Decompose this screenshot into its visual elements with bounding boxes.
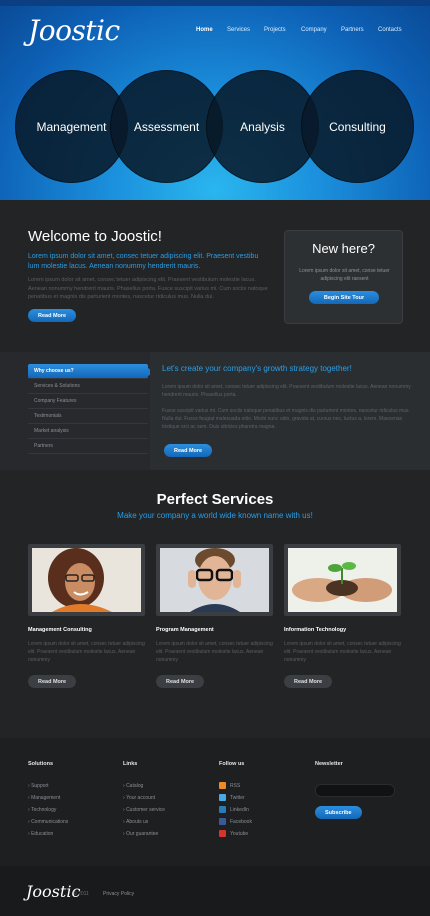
footer-linkedin-link[interactable]: LinkedIn — [219, 806, 249, 813]
service-read-more-button-3[interactable]: Read More — [284, 675, 333, 688]
footer-facebook-link[interactable]: Facebook — [219, 818, 252, 825]
new-here-title: New here? — [312, 241, 375, 256]
newsletter-email-input[interactable] — [315, 784, 395, 797]
copyright: © 2011 — [73, 891, 89, 897]
service-title-3: Information Technology — [284, 627, 347, 633]
service-title-1: Management Consulting — [28, 627, 92, 633]
linkedin-icon — [219, 806, 226, 813]
circle-consulting[interactable]: Consulting — [301, 70, 414, 183]
why-tabs: Why choose us? Services & Solutions Comp… — [28, 364, 154, 454]
footer-links-item[interactable]: › Abouts us — [123, 819, 148, 825]
header: Joostic Home Services Projects Company P… — [0, 0, 430, 200]
nav-company[interactable]: Company — [301, 27, 327, 33]
footer-links-item[interactable]: › Customer service — [123, 807, 165, 813]
service-text-3: Lorem ipsum dolor sit amet, consec tetue… — [284, 641, 401, 663]
nav-home[interactable]: Home — [196, 27, 213, 33]
footer-solutions-item[interactable]: › Education — [28, 831, 53, 837]
footer-solutions-title: Solutions — [28, 761, 54, 767]
welcome-text: Lorem ipsum dolor sit amet, consec tetue… — [28, 277, 268, 300]
nav-services[interactable]: Services — [227, 27, 250, 33]
facebook-icon — [219, 818, 226, 825]
plant-hands-photo — [288, 548, 397, 612]
new-here-box: New here? Lorem ipsum dolor sit amet, co… — [284, 230, 403, 324]
welcome-title: Welcome to Joostic! — [28, 228, 162, 245]
service-image-man[interactable] — [156, 544, 273, 616]
begin-site-tour-button[interactable]: Begin Site Tour — [309, 291, 379, 304]
nav-contacts[interactable]: Contacts — [378, 27, 402, 33]
footer-solutions-item[interactable]: › Management — [28, 795, 60, 801]
footer-links-item[interactable]: › Our guarantee — [123, 831, 158, 837]
service-read-more-button-2[interactable]: Read More — [156, 675, 205, 688]
service-text-1: Lorem ipsum dolor sit amet, consec tetue… — [28, 641, 145, 663]
footer-newsletter-title: Newsletter — [315, 761, 343, 767]
footer-follow-title: Follow us — [219, 761, 245, 767]
services-title: Perfect Services — [156, 491, 274, 508]
tab-company-features[interactable]: Company Features — [28, 394, 148, 409]
rss-icon — [219, 782, 226, 789]
service-text-2: Lorem ipsum dolor sit amet, consec tetue… — [156, 641, 273, 663]
service-title-2: Program Management — [156, 627, 214, 633]
services-subtitle: Make your company a world wide known nam… — [117, 511, 313, 520]
privacy-policy-link[interactable]: Privacy Policy — [103, 891, 134, 897]
service-read-more-button-1[interactable]: Read More — [28, 675, 77, 688]
tab-testimonials[interactable]: Testimonials — [28, 409, 148, 424]
footer-links-title: Links — [123, 761, 138, 767]
footer-youtube-link[interactable]: Youtube — [219, 830, 248, 837]
service-image-plant[interactable] — [284, 544, 401, 616]
strategy-paragraph-1: Lorem ipsum dolor sit amet, consec tetue… — [162, 384, 411, 398]
nav-projects[interactable]: Projects — [264, 27, 286, 33]
footer-solutions-item[interactable]: › Support — [28, 783, 49, 789]
footer-links-item[interactable]: › Catalog — [123, 783, 143, 789]
new-here-text: Lorem ipsum dolor sit amet, conse tetuer… — [299, 268, 390, 282]
nav-partners[interactable]: Partners — [341, 27, 364, 33]
man-photo — [160, 548, 269, 612]
footer-solutions-item[interactable]: › Communications — [28, 819, 68, 825]
footer-links-item[interactable]: › Your account — [123, 795, 155, 801]
logo[interactable]: Joostic — [28, 14, 120, 47]
tab-why-choose-us[interactable]: Why choose us? — [28, 364, 154, 379]
subscribe-button[interactable]: Subscribe — [315, 806, 362, 819]
top-stripe — [0, 0, 430, 6]
footer-rss-link[interactable]: RSS — [219, 782, 240, 789]
welcome-lead: Lorem ipsum dolor sit amet, consec tetue… — [28, 253, 259, 270]
twitter-icon — [219, 794, 226, 801]
strategy-title: Let's create your company's growth strat… — [162, 364, 352, 373]
strategy-read-more-button[interactable]: Read More — [164, 444, 213, 457]
welcome-read-more-button[interactable]: Read More — [28, 309, 77, 322]
tab-partners[interactable]: Partners — [28, 439, 148, 454]
tab-services-solutions[interactable]: Services & Solutions — [28, 379, 148, 394]
footer-solutions-item[interactable]: › Technology — [28, 807, 56, 813]
youtube-icon — [219, 830, 226, 837]
strategy-paragraph-2: Fusce suscipit varius mi. Cum sociis nat… — [162, 408, 410, 430]
tab-market-analysis[interactable]: Market analysis — [28, 424, 148, 439]
footer — [0, 738, 430, 866]
strategy-panel: Let's create your company's growth strat… — [150, 352, 430, 470]
woman-photo — [32, 548, 141, 612]
footer-twitter-link[interactable]: Twitter — [219, 794, 245, 801]
service-image-woman[interactable] — [28, 544, 145, 616]
